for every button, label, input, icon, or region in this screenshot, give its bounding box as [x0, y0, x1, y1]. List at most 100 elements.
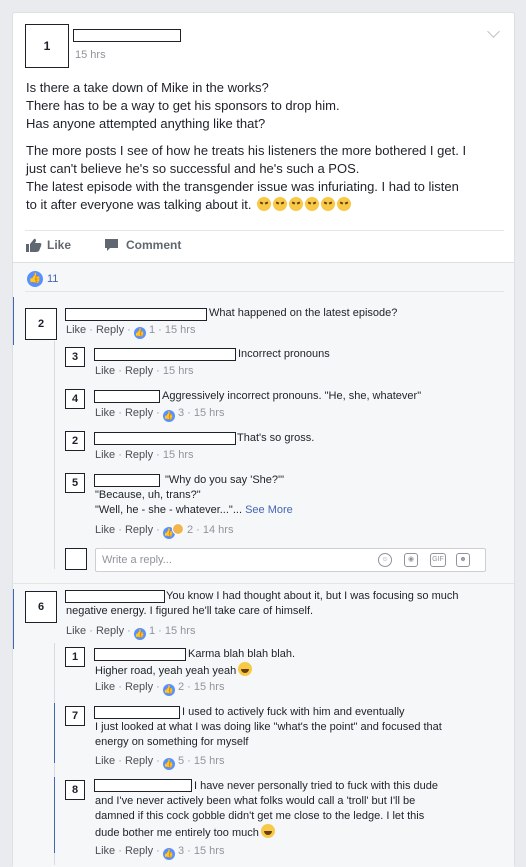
- reply-timestamp[interactable]: 15 hrs: [163, 365, 194, 377]
- laughing-emoji-icon: [238, 662, 253, 676]
- reply-actions: Like · Reply · 👍 2 · 14 hrs: [95, 523, 234, 539]
- like-reaction-icon: 👍: [162, 758, 175, 770]
- comment-avatar[interactable]: 2: [25, 308, 57, 340]
- camera-icon[interactable]: ◉: [404, 553, 418, 567]
- see-more-link[interactable]: See More: [245, 504, 293, 516]
- replier-name-redacted[interactable]: [94, 348, 236, 361]
- reply-link[interactable]: Reply: [125, 407, 153, 419]
- post-paragraph-2: The more posts I see of how he treats hi…: [26, 142, 514, 214]
- sticker-icon[interactable]: ☻: [456, 553, 470, 567]
- reactions-summary[interactable]: 👍 11: [27, 271, 58, 287]
- angry-reaction-icon: [171, 523, 184, 535]
- like-link[interactable]: Like: [95, 407, 115, 419]
- commenter-name-redacted[interactable]: [65, 308, 207, 321]
- comment-avatar[interactable]: 6: [25, 591, 57, 623]
- like-link[interactable]: Like: [95, 755, 115, 767]
- reply-link[interactable]: Reply: [125, 845, 153, 857]
- reply-avatar[interactable]: 5: [65, 473, 85, 493]
- angry-face-emoji-icon: [321, 197, 336, 211]
- reply-thread-indicator: [54, 703, 55, 763]
- like-count[interactable]: 3: [178, 407, 184, 419]
- reply-actions: Like · Reply · 👍 5 · 15 hrs: [95, 755, 225, 770]
- angry-face-emoji-icon: [273, 197, 288, 211]
- reply-actions: Like · Reply · 👍 3 · 15 hrs: [95, 845, 225, 860]
- reply-actions: Like · Reply · 👍 2 · 15 hrs: [95, 681, 225, 696]
- reply-placeholder: Write a reply...: [102, 554, 172, 566]
- reply-link[interactable]: Reply: [96, 324, 124, 336]
- reply-link[interactable]: Reply: [125, 755, 153, 767]
- chevron-down-icon[interactable]: [487, 25, 500, 38]
- reply-text: Aggressively incorrect pronouns. "He, sh…: [162, 390, 422, 402]
- laughing-emoji-icon: [260, 824, 275, 838]
- like-count[interactable]: 1: [149, 324, 155, 336]
- like-link[interactable]: Like: [95, 365, 115, 377]
- post-line: Has anyone attempted anything like that?: [26, 116, 266, 131]
- replies-indicator: [54, 341, 55, 569]
- reaction-count: 11: [47, 273, 59, 285]
- reply-avatar[interactable]: 3: [65, 347, 85, 367]
- comment-text: You know I had thought about it, but I w…: [66, 590, 459, 617]
- reply-avatar[interactable]: 8: [65, 780, 85, 800]
- comment-actions: Like · Reply · 👍 1 · 15 hrs: [66, 625, 196, 640]
- post-author-avatar[interactable]: 1: [25, 24, 69, 68]
- reply-avatar[interactable]: 4: [65, 389, 85, 409]
- reply-link[interactable]: Reply: [125, 681, 153, 693]
- like-button[interactable]: Like: [26, 236, 71, 254]
- thumbs-up-icon: [26, 238, 42, 252]
- emoji-icon[interactable]: ☺: [378, 553, 392, 567]
- reply-timestamp[interactable]: 15 hrs: [163, 449, 194, 461]
- like-reaction-icon: 👍: [162, 410, 175, 422]
- reply-input[interactable]: Write a reply... ☺ ◉ GIF ☻: [95, 548, 486, 572]
- reply-link[interactable]: Reply: [125, 365, 153, 377]
- replier-name-redacted[interactable]: [94, 432, 236, 445]
- like-count[interactable]: 1: [149, 625, 155, 637]
- like-reaction-icon: 👍: [133, 327, 146, 339]
- reply-timestamp[interactable]: 15 hrs: [194, 407, 225, 419]
- reply-text: Karma blah blah blah. Higher road, yeah …: [95, 648, 296, 677]
- post-line: There has to be a way to get his sponsor…: [26, 98, 340, 113]
- post-line: Is there a take down of Mike in the work…: [26, 80, 269, 95]
- post-line: The more posts I see of how he treats hi…: [26, 143, 467, 158]
- reply-timestamp[interactable]: 14 hrs: [203, 524, 234, 536]
- angry-face-emoji-icon: [337, 197, 352, 211]
- reply-timestamp[interactable]: 15 hrs: [194, 681, 225, 693]
- like-link[interactable]: Like: [95, 845, 115, 857]
- reply-text: That's so gross.: [237, 432, 315, 444]
- like-count[interactable]: 2: [187, 524, 193, 536]
- angry-face-emoji-icon: [305, 197, 320, 211]
- reply-timestamp[interactable]: 15 hrs: [194, 755, 225, 767]
- like-link[interactable]: Like: [95, 681, 115, 693]
- comment-button[interactable]: Comment: [104, 236, 181, 254]
- post-author-name-redacted[interactable]: [73, 29, 181, 42]
- comment-actions: Like · Reply · 👍 1 · 15 hrs: [66, 324, 196, 339]
- reply-avatar[interactable]: 1: [65, 647, 85, 667]
- like-count[interactable]: 5: [178, 755, 184, 767]
- reply-avatar[interactable]: 7: [65, 706, 85, 726]
- post-line: just can't believe he's so successful an…: [26, 161, 360, 176]
- reply-avatar[interactable]: 2: [65, 431, 85, 451]
- comment-timestamp[interactable]: 15 hrs: [165, 625, 196, 637]
- like-link[interactable]: Like: [66, 625, 86, 637]
- reply-actions: Like · Reply · 👍 3 · 15 hrs: [95, 407, 225, 422]
- reply-link[interactable]: Reply: [125, 524, 153, 536]
- reply-text: I have never personally tried to fuck wi…: [95, 780, 438, 839]
- post-timestamp[interactable]: 15 hrs: [75, 49, 106, 61]
- like-link[interactable]: Like: [95, 524, 115, 536]
- reply-link[interactable]: Reply: [125, 449, 153, 461]
- replier-name-redacted[interactable]: [94, 390, 160, 403]
- post-line: The latest episode with the transgender …: [26, 179, 459, 194]
- gif-icon[interactable]: GIF: [430, 553, 446, 567]
- like-count[interactable]: 3: [178, 845, 184, 857]
- divider: [13, 583, 514, 584]
- divider: [25, 230, 504, 231]
- reply-actions: Like · Reply · 15 hrs: [95, 449, 194, 461]
- reply-link[interactable]: Reply: [96, 625, 124, 637]
- like-count[interactable]: 2: [178, 681, 184, 693]
- like-reaction-icon: 👍: [133, 628, 146, 640]
- current-user-avatar: [65, 548, 87, 570]
- like-reaction-icon: 👍: [27, 271, 43, 287]
- like-link[interactable]: Like: [66, 324, 86, 336]
- like-link[interactable]: Like: [95, 449, 115, 461]
- reply-timestamp[interactable]: 15 hrs: [194, 845, 225, 857]
- comment-timestamp[interactable]: 15 hrs: [165, 324, 196, 336]
